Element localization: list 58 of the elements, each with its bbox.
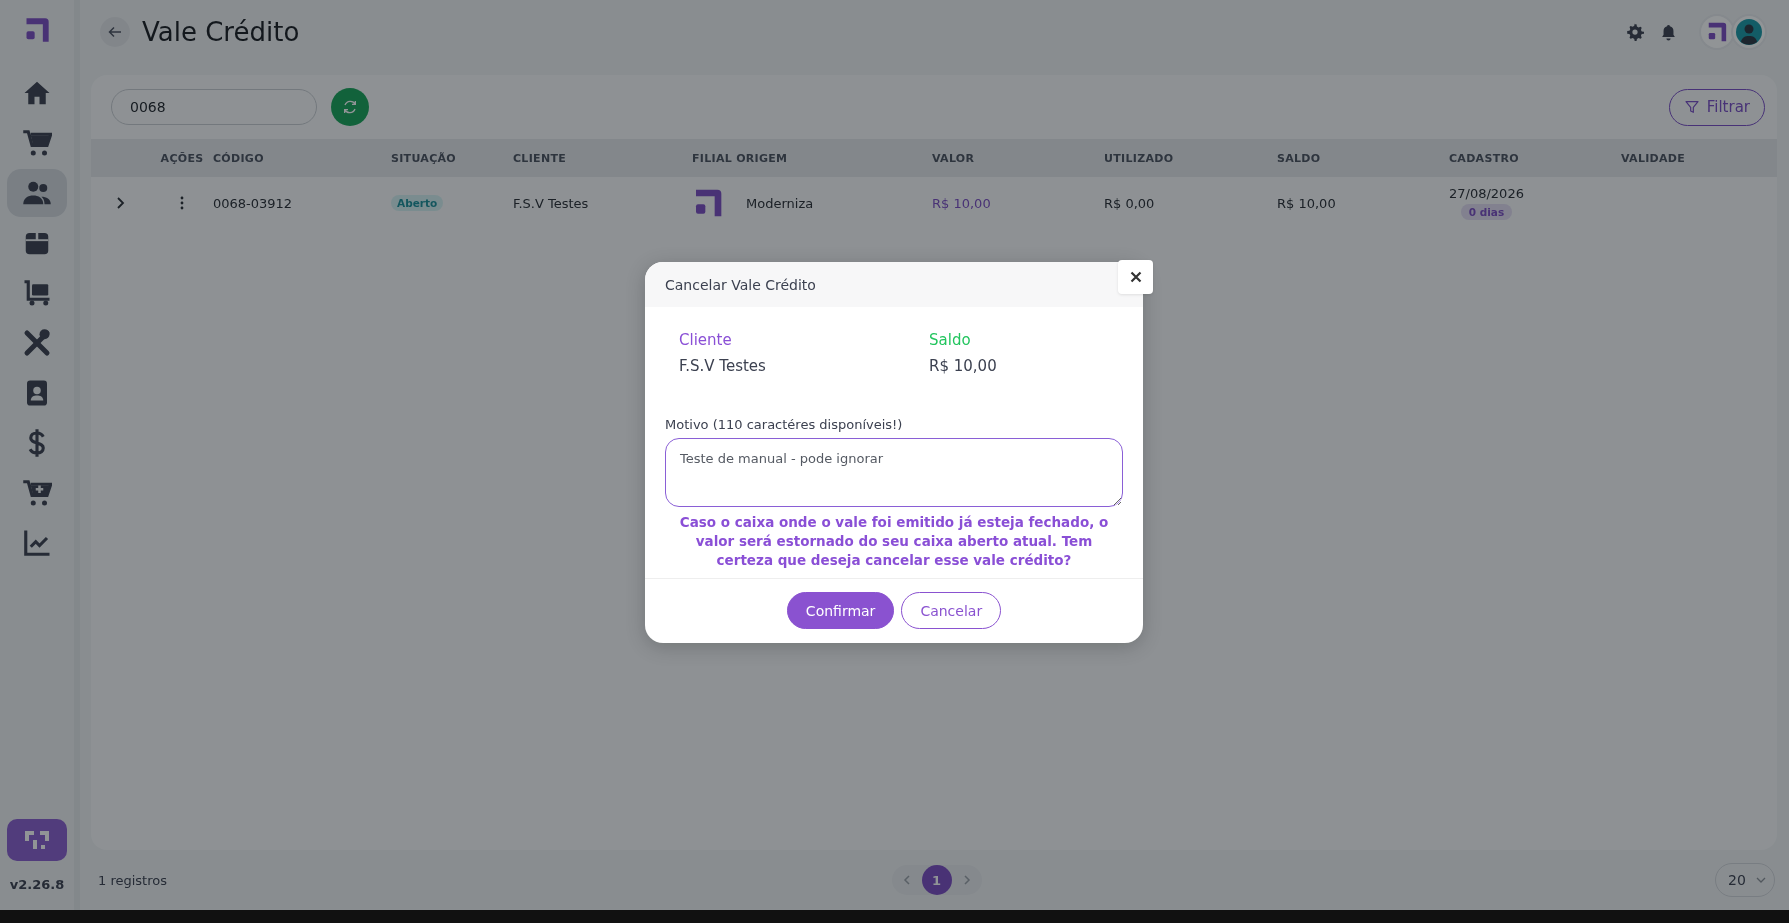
confirm-button[interactable]: Confirmar xyxy=(786,592,895,629)
refresh-button[interactable] xyxy=(331,88,369,126)
field-label: Cliente xyxy=(679,331,733,349)
record-count: 1 registros xyxy=(98,872,167,888)
search-field[interactable]: 0068 xyxy=(111,89,317,125)
table-cell-text: R$ 10,00 xyxy=(932,195,992,211)
table-cell: Moderniza xyxy=(746,195,814,211)
app-button[interactable] xyxy=(7,819,67,861)
cart-boxes-icon xyxy=(22,278,52,308)
sidebar-item[interactable] xyxy=(7,169,67,217)
more-options-icon[interactable] xyxy=(180,196,184,210)
column-header: SALDO xyxy=(1277,151,1322,165)
field-label: Saldo xyxy=(929,331,972,349)
column-header: AÇÕES xyxy=(160,151,204,165)
close-button[interactable] xyxy=(1118,260,1153,294)
field-value: F.S.V Testes xyxy=(679,357,767,375)
column-header: CADASTRO xyxy=(1449,151,1520,165)
column-header: CLIENTE xyxy=(513,151,567,165)
table-cell-text: R$ 0,00 xyxy=(1104,195,1156,211)
logo-icon xyxy=(1706,21,1728,43)
reason-label: Motivo (110 caractéres disponíveis!) xyxy=(665,417,904,432)
chevron-down-icon xyxy=(1756,876,1766,884)
days-badge: 0 dias xyxy=(1460,204,1513,220)
settings-icon[interactable] xyxy=(1626,23,1644,41)
expand-chevron-icon[interactable] xyxy=(116,196,126,210)
tools-icon xyxy=(22,328,52,358)
table-cell-text: R$ 10,00 xyxy=(1277,195,1337,211)
status-badge: Aberto xyxy=(391,195,444,211)
refresh-icon xyxy=(342,99,358,115)
filter-icon xyxy=(1683,99,1700,115)
bell-icon[interactable] xyxy=(1660,23,1677,41)
cart-icon xyxy=(22,128,52,158)
cancel-button[interactable]: Cancelar xyxy=(901,592,1002,629)
back-arrow-icon xyxy=(108,25,122,39)
column-header: VALOR xyxy=(932,151,976,165)
user-avatar[interactable] xyxy=(1731,14,1767,50)
column-header: UTILIZADO xyxy=(1104,151,1175,165)
column-header: FILIAL ORIGEM xyxy=(692,151,789,165)
cart-add-icon xyxy=(22,478,52,508)
table-cell-text: F.S.V Testes xyxy=(513,195,590,211)
version-label: v2.26.8 xyxy=(9,877,65,892)
page-button[interactable]: 1 xyxy=(921,865,952,895)
warning-text: Caso o caixa onde o vale foi emitido já esteja fechado, o valor será estornado do seu caixa aberto atual. Tem certeza que deseja cancelar esse vale crédito? xyxy=(679,513,1109,570)
table-cell-text: 0068-03912 xyxy=(213,195,294,211)
dialog-title: Cancelar Vale Crédito xyxy=(665,276,816,293)
page-title: Vale Crédito xyxy=(142,17,301,47)
back-button[interactable] xyxy=(100,17,130,47)
company-avatar[interactable] xyxy=(1699,14,1735,50)
column-header: CÓDIGO xyxy=(213,151,265,165)
reason-field[interactable]: Teste de manual - pode ignorar xyxy=(665,438,1123,507)
table-cell: 27/08/2026 xyxy=(1449,186,1524,201)
person-icon xyxy=(1736,19,1762,45)
chart-icon xyxy=(22,528,52,558)
column-header: VALIDADE xyxy=(1621,151,1687,165)
field-value: R$ 10,00 xyxy=(929,357,998,375)
close-icon xyxy=(1129,271,1142,283)
grid-icon xyxy=(22,828,52,852)
column-header: SITUAÇÃO xyxy=(391,151,457,165)
